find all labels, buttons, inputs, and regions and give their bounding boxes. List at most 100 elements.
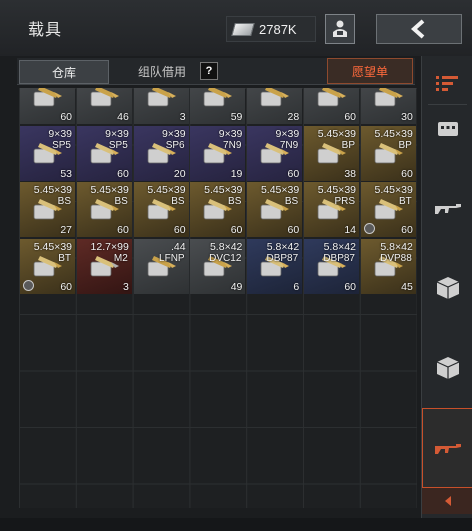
inventory-slot[interactable]: 5.45×39 BS 27: [20, 182, 75, 237]
ammo-quantity: 60: [173, 224, 186, 236]
inventory-slot[interactable]: 30: [360, 88, 416, 124]
ammo-quantity: 60: [344, 280, 356, 293]
help-button[interactable]: ?: [200, 62, 218, 80]
ammo-icon: [147, 88, 176, 107]
ammo-caliber: 5.45×39: [204, 184, 243, 196]
ammo-quantity: 60: [117, 224, 129, 236]
inventory-slot[interactable]: 3: [133, 88, 189, 124]
ammo-caliber: 5.8×42: [323, 240, 356, 253]
ammo-quantity: 60: [60, 111, 72, 123]
wishlist-button[interactable]: 愿望单: [327, 58, 413, 84]
ammo-type: BP: [398, 139, 412, 151]
box-icon: [436, 277, 459, 299]
ammo-caliber: 5.8×42: [266, 240, 300, 253]
collapse-button[interactable]: [422, 488, 472, 514]
ammo-icon: [33, 88, 62, 107]
money-display: 2787K: [226, 16, 316, 42]
inventory-slot[interactable]: 60: [304, 88, 359, 124]
ammo-type: 7N9: [279, 139, 299, 151]
character-button[interactable]: [325, 14, 355, 44]
category-sidebar: [421, 56, 472, 531]
ammo-quantity: 60: [60, 280, 72, 293]
ammo-caliber: 5.45×39: [317, 127, 356, 140]
ammo-caliber: 5.45×39: [317, 184, 356, 196]
ammo-type: M2: [113, 252, 128, 264]
ammo-caliber: 9×39: [161, 127, 186, 140]
ammo-quantity: 3: [179, 111, 186, 123]
bottom-bar: [0, 518, 472, 531]
inventory-slot[interactable]: 5.45×39 BP 38: [304, 125, 359, 181]
filter-icon: [435, 76, 458, 91]
ammo-quantity: 45: [401, 280, 413, 293]
ammo-caliber: 5.45×39: [147, 184, 186, 196]
ammo-type: BS: [228, 196, 242, 207]
inventory-slot[interactable]: 9×39 SP5 53: [20, 125, 75, 181]
sidebar-item-box-2[interactable]: [422, 340, 472, 396]
sidebar-item-vest[interactable]: [422, 100, 472, 156]
ammo-quantity: 20: [173, 167, 186, 180]
ammo-caliber: 9×39: [105, 127, 129, 140]
inventory-slot[interactable]: 5.8×42 DVC12 49: [190, 238, 246, 294]
inventory-slot[interactable]: 5.45×39 BS 60: [133, 182, 189, 237]
inventory-slot[interactable]: 9×39 SP6 20: [133, 125, 189, 181]
inventory-slot[interactable]: 12.7×99 M2 3: [76, 238, 132, 294]
rifle-icon: [434, 204, 461, 214]
inventory-slot[interactable]: 5.45×39 BP 60: [360, 125, 416, 181]
ammo-icon: [260, 88, 290, 107]
inventory-grid: 60 46 3 59 28 60 30 9×39 SP5 53 9×39 SP5 60 9×39 SP6 20…: [19, 88, 417, 508]
ammo-type: DBP87: [323, 252, 355, 264]
vest-icon: [437, 122, 458, 136]
ammo-type: SP5: [52, 139, 71, 151]
tab-team-borrow[interactable]: 组队借用: [117, 60, 207, 82]
money-value: 2787K: [259, 21, 297, 37]
ammo-quantity: 3: [122, 280, 129, 293]
inventory-slot[interactable]: 5.45×39 BS 60: [190, 182, 246, 237]
ammo-icon: [317, 88, 346, 107]
sidebar-item-rifle-active[interactable]: [422, 408, 472, 488]
ammo-type: BS: [57, 196, 71, 207]
ammo-type: 7N9: [223, 139, 242, 151]
ammo-quantity: 53: [60, 167, 72, 180]
chevron-left-icon: [410, 19, 425, 39]
ammo-type: LFNP: [159, 252, 185, 264]
inventory-slot[interactable]: 46: [76, 88, 132, 124]
inventory-slot[interactable]: 5.45×39 BT 60: [360, 182, 416, 237]
ammo-caliber: 9×39: [48, 127, 72, 140]
ammo-quantity: 60: [287, 224, 300, 236]
inventory-slot[interactable]: 9×39 7N9 60: [247, 125, 303, 181]
inventory-slot[interactable]: 5.8×42 DVP88 45: [360, 238, 416, 294]
inventory-slot[interactable]: 9×39 SP5 60: [76, 125, 132, 181]
ammo-quantity: 46: [117, 111, 129, 123]
inventory-slot[interactable]: .44 LFNP: [133, 238, 189, 294]
ammo-type: DVC12: [209, 252, 242, 264]
back-button[interactable]: [376, 14, 462, 44]
ammo-quantity: 6: [293, 280, 300, 293]
ammo-caliber: 5.45×39: [374, 127, 413, 140]
inventory-slot[interactable]: 5.45×39 PRS 14: [304, 182, 359, 237]
marked-icon: [23, 279, 34, 291]
ammo-type: BT: [58, 252, 71, 264]
ammo-quantity: 49: [230, 280, 243, 293]
inventory-slot[interactable]: 59: [190, 88, 246, 124]
inventory-slot[interactable]: 5.8×42 DBP87 6: [247, 238, 303, 294]
inventory-slot[interactable]: 60: [20, 88, 75, 124]
inventory-slot[interactable]: 5.8×42 DBP87 60: [304, 238, 359, 294]
inventory-slot[interactable]: 5.45×39 BS 60: [76, 182, 132, 237]
ammo-caliber: 5.8×42: [209, 240, 243, 253]
ammo-caliber: 5.8×42: [380, 240, 413, 253]
inventory-slot[interactable]: 5.45×39 BT 60: [20, 238, 75, 294]
sidebar-item-box[interactable]: [422, 260, 472, 316]
ammo-type: SP5: [108, 139, 128, 151]
ammo-type: SP6: [165, 139, 185, 151]
inventory-slot[interactable]: 5.45×39 BS 60: [247, 182, 303, 237]
tab-warehouse[interactable]: 仓库: [19, 60, 109, 84]
ammo-type: DBP87: [266, 252, 299, 264]
inventory-slot[interactable]: 28: [247, 88, 303, 124]
inventory-slot[interactable]: 9×39 7N9 19: [190, 125, 246, 181]
sidebar-item-rifle[interactable]: [422, 180, 472, 236]
ammo-caliber: 5.45×39: [33, 184, 72, 196]
rifle-icon: [434, 444, 461, 454]
ammo-quantity: 60: [344, 111, 356, 123]
ammo-caliber: 5.45×39: [374, 184, 413, 196]
ammo-quantity: 38: [344, 167, 356, 180]
